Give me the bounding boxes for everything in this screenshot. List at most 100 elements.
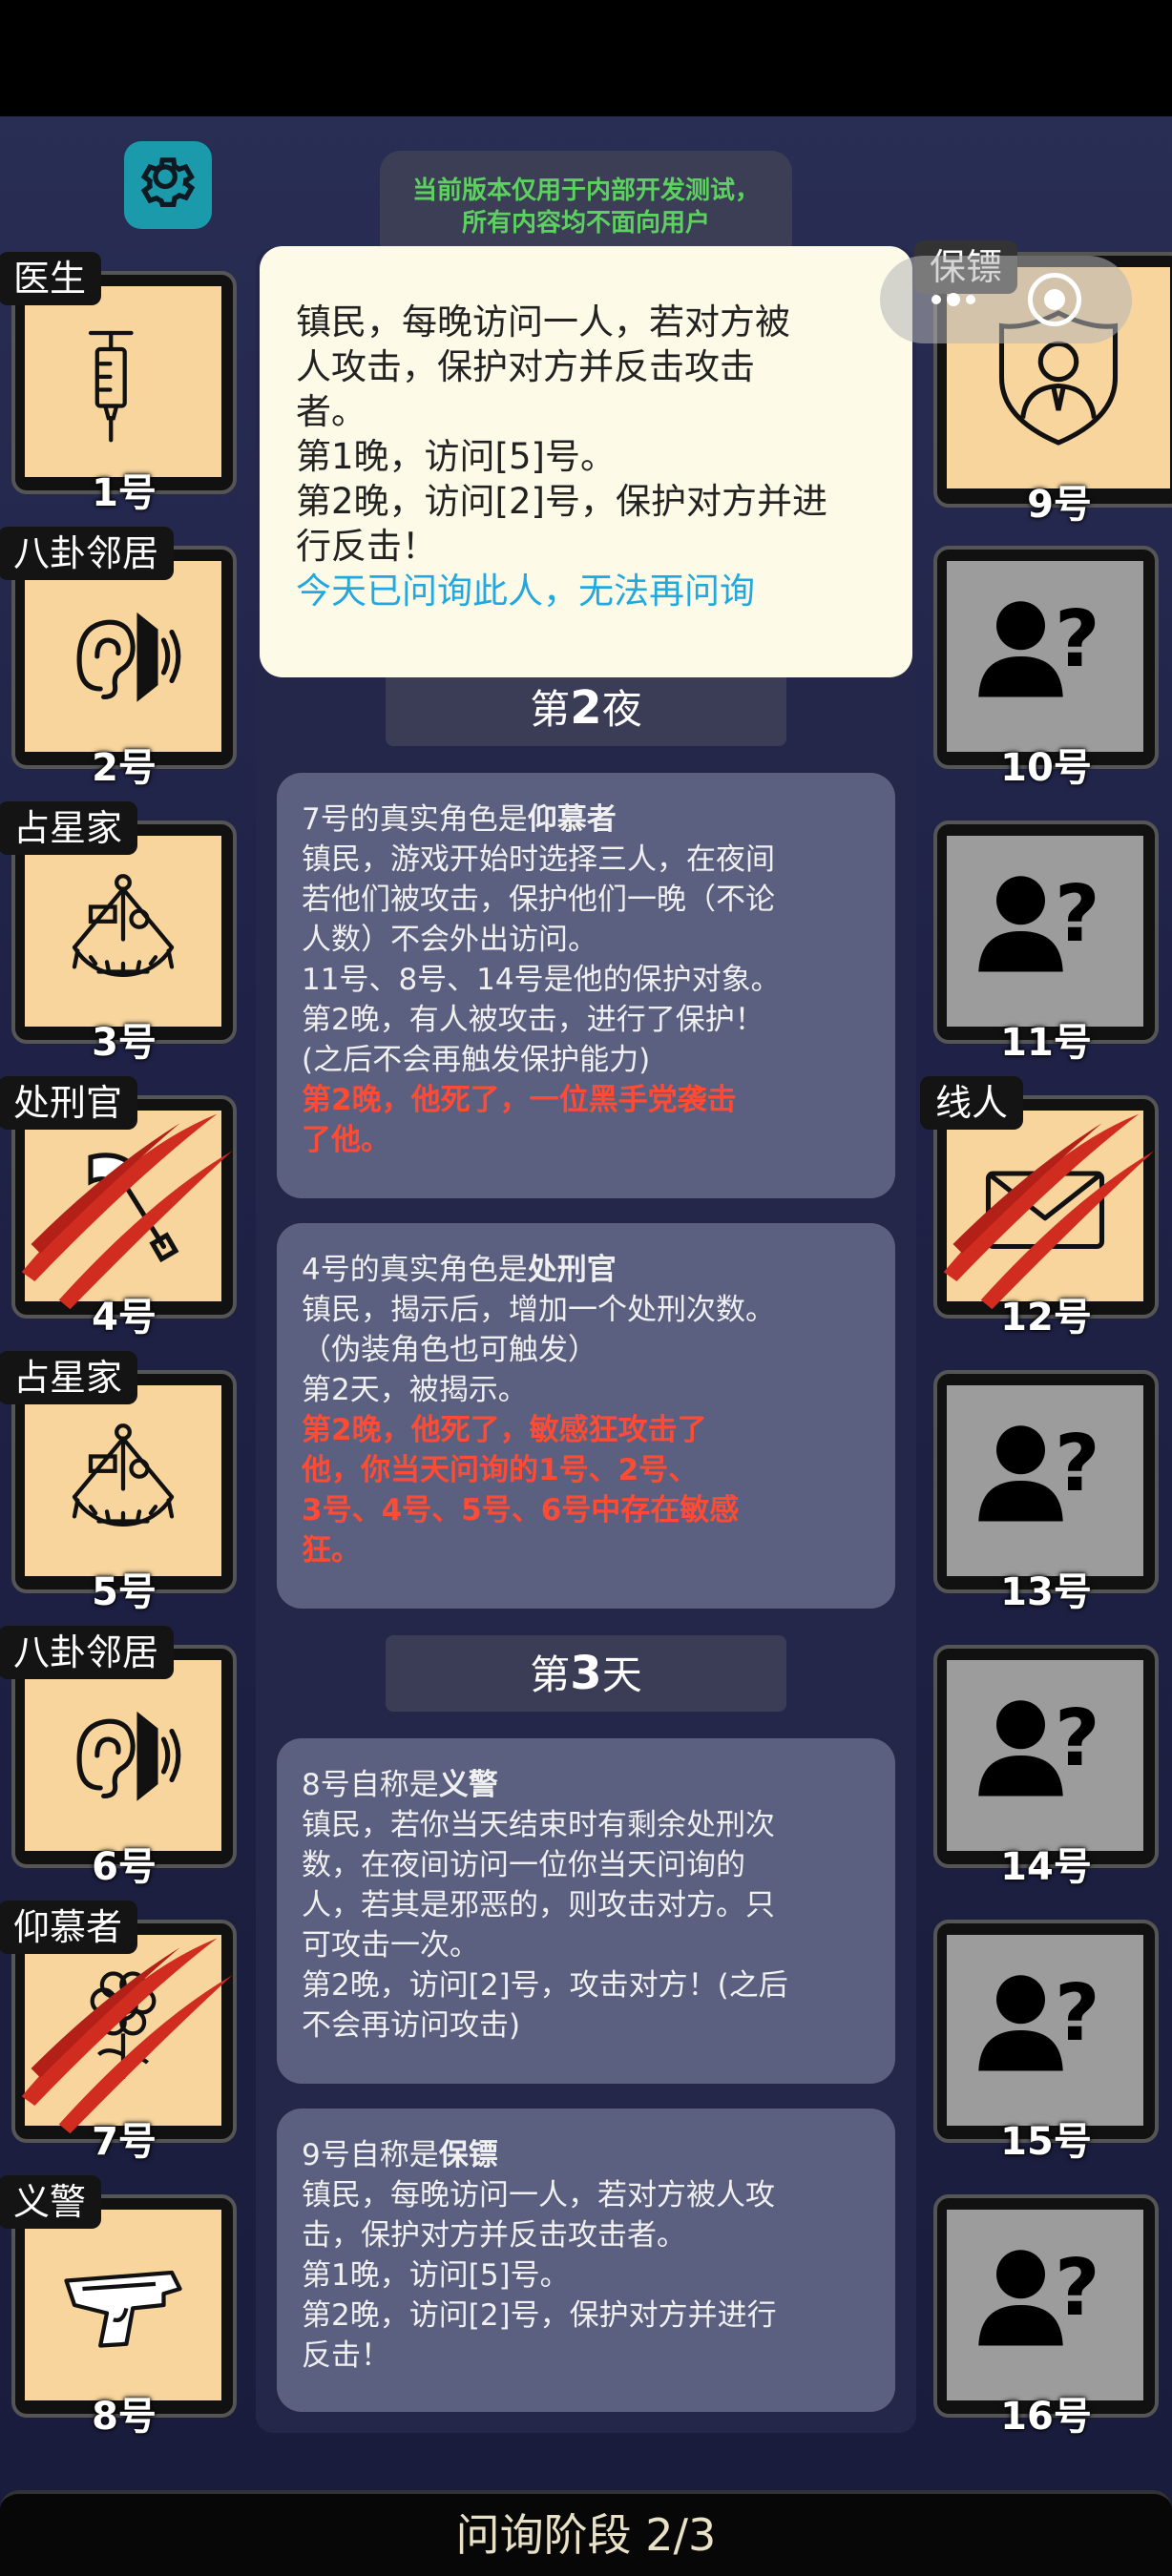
- player-number: 12号: [1000, 1296, 1092, 1340]
- phase-status-bar: 问询阶段 2/3: [0, 2490, 1172, 2576]
- gear-icon: [140, 157, 196, 208]
- ear-icon: [42, 1674, 204, 1837]
- log-line: 不会再访问攻击): [302, 2008, 521, 2043]
- popup-hint: 今天已问询此人，无法再问询: [296, 571, 755, 612]
- log-line: 反击！: [302, 2338, 390, 2373]
- card-portrait: [25, 1385, 221, 1576]
- log-heading-prefix: 7号的真实角色是: [302, 802, 528, 837]
- unknown-person-icon: [978, 1419, 1100, 1522]
- player-number: 9号: [1027, 483, 1092, 527]
- player-card[interactable]: 八卦邻居 2号: [0, 527, 237, 790]
- log-line: 镇民，每晚访问一人，若对方被人攻: [302, 2178, 775, 2212]
- dot-icon: [946, 293, 960, 306]
- log-heading-role: 保镖: [438, 2138, 498, 2172]
- popup-line: 第2晚，访问[2]号，保护对方并进: [296, 481, 827, 522]
- role-tag: 处刑官: [0, 1076, 138, 1130]
- player-number: 16号: [1000, 2395, 1092, 2439]
- more-options-button[interactable]: [931, 293, 975, 306]
- card-portrait: [947, 561, 1143, 752]
- player-card[interactable]: 占星家 3号: [0, 801, 237, 1065]
- role-tag: 义警: [0, 2175, 102, 2229]
- popup-line: 镇民，每晚访问一人，若对方被: [296, 301, 790, 343]
- card-portrait: [947, 1111, 1143, 1301]
- card-portrait: [25, 286, 221, 477]
- log-heading: 8号自称是义警: [302, 1765, 870, 1805]
- log-death-line: 第2晚，他死了，一位黑手党袭击: [302, 1083, 737, 1117]
- log-line: 第2天，被揭示。: [302, 1373, 528, 1407]
- log-line: 第1晚，访问[5]号。: [302, 2258, 570, 2293]
- close-miniprogram-button[interactable]: [1027, 273, 1081, 326]
- role-tag: 占星家: [0, 801, 138, 855]
- phase-status-label: 问询阶段 2/3: [455, 2509, 717, 2561]
- role-tag: 八卦邻居: [0, 527, 175, 580]
- player-card[interactable]: 占星家 5号: [0, 1351, 237, 1614]
- card-portrait: [947, 1660, 1143, 1851]
- log-death-line: 第2晚，他死了，敏感狂攻击了: [302, 1413, 707, 1447]
- log-line: 第2晚，有人被攻击，进行了保护！: [302, 1003, 764, 1037]
- log-line: 11号、8号、14号是他的保护对象。: [302, 963, 781, 997]
- log-entry: 9号自称是保镖 镇民，每晚访问一人，若对方被人攻 击，保护对方并反击攻击者。 第…: [277, 2109, 895, 2412]
- log-heading-prefix: 4号的真实角色是: [302, 1253, 528, 1287]
- log-line: 人数）不会外出访问。: [302, 923, 597, 957]
- log-heading-role: 处刑官: [527, 1253, 617, 1287]
- log-line: 镇民，揭示后，增加一个处刑次数。: [302, 1293, 775, 1327]
- log-line: 击，保护对方并反击攻击者。: [302, 2218, 686, 2253]
- unknown-person-icon: [978, 2243, 1100, 2346]
- phase-prefix: 第: [530, 686, 571, 733]
- ear-icon: [42, 575, 204, 737]
- card-portrait: [25, 836, 221, 1027]
- player-number: 14号: [1000, 1845, 1092, 1889]
- player-number: 10号: [1000, 746, 1092, 790]
- miniprogram-capsule: [880, 256, 1132, 343]
- log-death-line: 3号、4号、5号、6号中存在敏感: [302, 1493, 740, 1527]
- player-card[interactable]: 线人 12号: [920, 1076, 1159, 1340]
- player-card[interactable]: 八卦邻居 6号: [0, 1626, 237, 1889]
- log-heading: 7号的真实角色是仰慕者: [302, 800, 870, 840]
- role-tag: 线人: [920, 1076, 1024, 1130]
- log-death-line: 了他。: [302, 1123, 390, 1157]
- log-line: 镇民，游戏开始时选择三人，在夜间: [302, 842, 775, 877]
- dot-icon: [931, 295, 941, 304]
- player-card[interactable]: 14号: [933, 1645, 1159, 1889]
- player-card[interactable]: 13号: [933, 1370, 1159, 1614]
- player-number: 3号: [92, 1021, 157, 1065]
- card-portrait: [25, 1111, 221, 1301]
- dot-icon: [965, 295, 975, 304]
- player-card[interactable]: 15号: [933, 1920, 1159, 2164]
- log-line: 镇民，若你当天结束时有剩余处刑次: [302, 1808, 775, 1842]
- player-number: 4号: [92, 1296, 157, 1340]
- player-number: 7号: [92, 2120, 157, 2164]
- player-card[interactable]: 10号: [933, 546, 1159, 790]
- notice-line-2: 所有内容均不面向用户: [461, 209, 710, 238]
- player-number: 2号: [92, 746, 157, 790]
- card-portrait: [25, 1935, 221, 2126]
- unknown-person-icon: [978, 1693, 1100, 1797]
- log-entry: 4号的真实角色是处刑官 镇民，揭示后，增加一个处刑次数。 （伪装角色也可触发） …: [277, 1223, 895, 1609]
- axe-icon: [42, 1125, 204, 1287]
- card-portrait: [947, 2210, 1143, 2400]
- phase-suffix: 天: [601, 1652, 642, 1698]
- log-line: 第2晚，访问[2]号，保护对方并进行: [302, 2298, 777, 2333]
- settings-button[interactable]: [124, 141, 212, 229]
- player-card[interactable]: 处刑官 4号: [0, 1076, 237, 1340]
- log-line: 人，若其是邪恶的，则攻击对方。只: [302, 1888, 775, 1922]
- player-card[interactable]: 义警 8号: [0, 2175, 237, 2439]
- player-number: 1号: [92, 471, 157, 515]
- unknown-person-icon: [978, 594, 1100, 697]
- player-card[interactable]: 16号: [933, 2194, 1159, 2439]
- role-tag: 仰慕者: [0, 1901, 138, 1954]
- player-card[interactable]: 医生 1号: [0, 252, 237, 515]
- popup-line: 行反击！: [296, 526, 437, 567]
- sextant-icon: [42, 850, 204, 1012]
- log-heading-prefix: 9号自称是: [302, 2138, 439, 2172]
- notice-line-1: 当前版本仅用于内部开发测试，: [411, 177, 760, 205]
- player-number: 13号: [1000, 1570, 1092, 1614]
- player-card[interactable]: 11号: [933, 821, 1159, 1065]
- log-entry: 8号自称是义警 镇民，若你当天结束时有剩余处刑次 数，在夜间访问一位你当天问询的…: [277, 1738, 895, 2084]
- card-portrait: [947, 836, 1143, 1027]
- card-portrait: [25, 2210, 221, 2400]
- envelope-icon: [964, 1125, 1126, 1287]
- popup-line: 者。: [296, 391, 366, 432]
- player-card[interactable]: 仰慕者 7号: [0, 1901, 237, 2164]
- log-heading-role: 义警: [438, 1768, 498, 1802]
